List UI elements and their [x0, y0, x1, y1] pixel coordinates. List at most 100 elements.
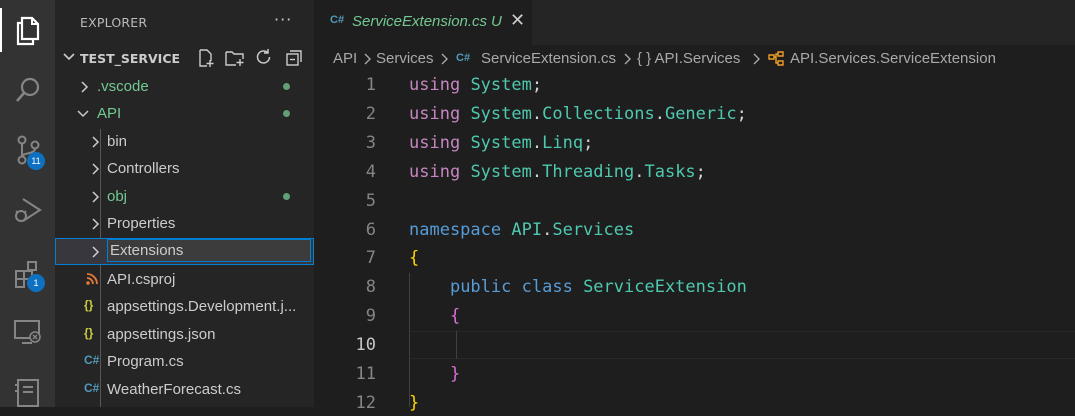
tree-item-vscode[interactable]: .vscode: [55, 73, 314, 100]
csharp-icon: C#: [84, 381, 100, 395]
code-line: public class ServiceExtension: [409, 277, 747, 297]
code-token: }: [449, 364, 461, 384]
tree-item-api-csproj[interactable]: API.csproj: [55, 266, 314, 293]
code-line: {: [409, 306, 460, 326]
active-indicator: [0, 8, 2, 52]
tree-item-controllers[interactable]: Controllers: [55, 155, 314, 182]
line-number: 8: [365, 277, 376, 298]
explorer-sidebar: EXPLORER ··· TEST_SERVICE .vscode API bi…: [55, 0, 314, 407]
code-token: .: [634, 161, 645, 182]
code-token: ;: [736, 103, 747, 124]
tree-item-program[interactable]: C# Program.cs: [55, 348, 314, 375]
line-number: 9: [365, 306, 376, 327]
tree-item-label: API: [97, 105, 122, 122]
json-icon: {}: [84, 326, 94, 340]
tree-item-new-folder[interactable]: [55, 238, 314, 265]
csharp-icon: C#: [456, 52, 471, 64]
rename-folder-input[interactable]: [107, 239, 311, 262]
code-token: System: [470, 103, 532, 124]
code-token: Collections: [542, 103, 655, 124]
breadcrumb: API Services C# ServiceExtension.cs { } …: [314, 45, 1075, 73]
tree-item-label: bin: [107, 133, 128, 150]
code-token: Generic: [664, 103, 737, 124]
tab-service-extension[interactable]: C# ServiceExtension.cs U ✕: [314, 0, 532, 45]
code-token: .: [531, 161, 543, 182]
close-icon[interactable]: ✕: [510, 10, 525, 31]
search-activity[interactable]: [0, 66, 55, 114]
chevron-right-icon: [441, 53, 448, 65]
tree-item-bin[interactable]: bin: [55, 128, 314, 155]
code-token: using: [409, 132, 461, 153]
files-icon: [16, 16, 39, 46]
remote-icon: [13, 320, 41, 344]
collapse-all-icon[interactable]: [284, 48, 304, 68]
extensions-badge: 1: [27, 274, 45, 292]
class-symbol-icon: [768, 51, 784, 66]
code-line: using System;: [409, 75, 542, 95]
code-token: .: [531, 132, 543, 153]
breadcrumb-item[interactable]: API.Services.ServiceExtension: [790, 50, 996, 67]
modified-dot: [283, 83, 290, 90]
tree-item-properties[interactable]: Properties: [55, 210, 314, 237]
tab-label: ServiceExtension.cs: [352, 13, 488, 30]
new-file-icon[interactable]: [196, 48, 216, 68]
workspace-name: TEST_SERVICE: [80, 51, 181, 66]
chevron-right-icon: [92, 136, 100, 148]
debug-icon: [14, 198, 42, 222]
workspace-section-header[interactable]: TEST_SERVICE: [55, 45, 314, 72]
tree-item-appsettings-dev[interactable]: {} appsettings.Development.j...: [55, 293, 314, 320]
tree-item-obj[interactable]: obj: [55, 183, 314, 210]
code-token: Linq: [542, 132, 584, 153]
chevron-right-icon: [92, 191, 100, 203]
line-number: 4: [365, 161, 376, 182]
line-number: 6: [365, 219, 376, 240]
remote-activity[interactable]: [0, 308, 55, 356]
more-actions-icon[interactable]: ···: [274, 10, 292, 29]
extensions-activity[interactable]: 1: [0, 250, 55, 298]
new-folder-icon[interactable]: [224, 48, 246, 68]
code-token: using: [409, 75, 461, 95]
breadcrumb-item[interactable]: API: [333, 50, 357, 67]
source-control-badge: 11: [27, 152, 45, 170]
code-line: using System.Collections.Generic;: [409, 104, 747, 124]
code-token: ;: [583, 132, 594, 153]
notebook-activity[interactable]: [0, 368, 55, 416]
code-token: using: [409, 103, 461, 124]
code-token: ;: [695, 161, 706, 182]
line-number: 10: [355, 335, 376, 356]
debug-activity[interactable]: [0, 186, 55, 234]
tree-item-weatherforecast[interactable]: C# WeatherForecast.cs: [55, 376, 314, 403]
tree-item-api[interactable]: API: [55, 100, 314, 127]
tree-item-appsettings[interactable]: {} appsettings.json: [55, 321, 314, 348]
code-line: using System.Threading.Tasks;: [409, 162, 706, 182]
chevron-right-icon: [92, 246, 100, 258]
tree-item-label: Controllers: [107, 160, 180, 177]
breadcrumb-item[interactable]: { } API.Services: [637, 50, 740, 67]
code-token: Threading: [542, 161, 635, 182]
code-token: {: [409, 248, 420, 269]
csharp-icon: C#: [330, 14, 345, 26]
code-token: System: [470, 75, 532, 95]
breadcrumb-item[interactable]: ServiceExtension.cs: [481, 50, 616, 67]
code-editor[interactable]: 1 2 3 4 5 6 7 8 9 10 11 12 using System; using Syste…: [314, 73, 1075, 413]
line-number: 1: [365, 75, 376, 95]
tree-item-label: WeatherForecast.cs: [107, 381, 241, 398]
code-token: System: [470, 132, 532, 153]
explorer-activity[interactable]: [0, 7, 55, 55]
chevron-right-icon: [81, 81, 89, 93]
line-number: 2: [365, 103, 376, 124]
code-token: namespace: [409, 219, 502, 240]
refresh-icon[interactable]: [254, 48, 274, 68]
code-line: namespace API.Services: [409, 220, 634, 240]
breadcrumb-item[interactable]: Services: [376, 50, 434, 67]
source-control-activity[interactable]: 11: [0, 126, 55, 174]
tree-item-label: appsettings.Development.j...: [107, 298, 297, 315]
